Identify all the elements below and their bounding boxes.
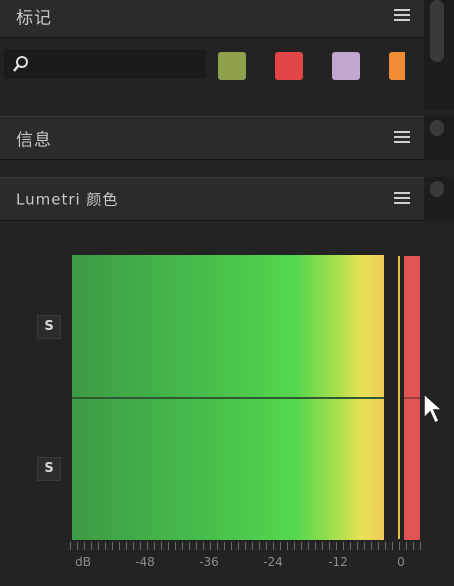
info-panel-title: 信息	[16, 130, 52, 151]
scale-label-0: 0	[397, 555, 405, 569]
scale-label-36: -36	[199, 555, 219, 569]
swatch-red[interactable]	[275, 52, 303, 80]
hamburger-icon	[394, 131, 410, 133]
info-panel-header[interactable]: 信息	[0, 116, 424, 160]
marker-search-input[interactable]	[34, 52, 204, 78]
info-menu-button[interactable]	[394, 131, 410, 145]
mouse-cursor-icon	[423, 392, 444, 425]
markers-menu-button[interactable]	[394, 9, 410, 23]
scale-label-48: -48	[135, 555, 155, 569]
markers-panel-header: 标记	[0, 0, 424, 38]
swatch-lavender[interactable]	[332, 52, 360, 80]
hamburger-icon	[394, 9, 410, 11]
peak-hold-line	[398, 256, 400, 539]
channel-divider	[72, 397, 384, 399]
solo-button-right[interactable]: S	[37, 457, 61, 481]
scale-label-12: -12	[328, 555, 348, 569]
lumetri-scroll-thumb[interactable]	[430, 181, 444, 197]
scale-label-24: -24	[263, 555, 283, 569]
db-scale-ticks	[70, 542, 422, 550]
markers-panel-title: 标记	[16, 8, 52, 29]
hamburger-icon	[394, 192, 410, 194]
swatch-green[interactable]	[218, 52, 246, 80]
lumetri-menu-button[interactable]	[394, 192, 410, 206]
marker-search-field[interactable]	[4, 49, 206, 79]
solo-button-left[interactable]: S	[37, 315, 61, 339]
scale-label-db: dB	[75, 555, 91, 569]
search-icon	[13, 56, 28, 72]
lumetri-panel-header[interactable]: Lumetri 颜色	[0, 177, 424, 221]
info-scroll-thumb[interactable]	[430, 120, 444, 136]
swatch-orange[interactable]	[389, 52, 405, 80]
lumetri-panel-title: Lumetri 颜色	[16, 190, 119, 209]
markers-scroll-thumb[interactable]	[430, 0, 444, 62]
clip-divider	[404, 397, 420, 399]
